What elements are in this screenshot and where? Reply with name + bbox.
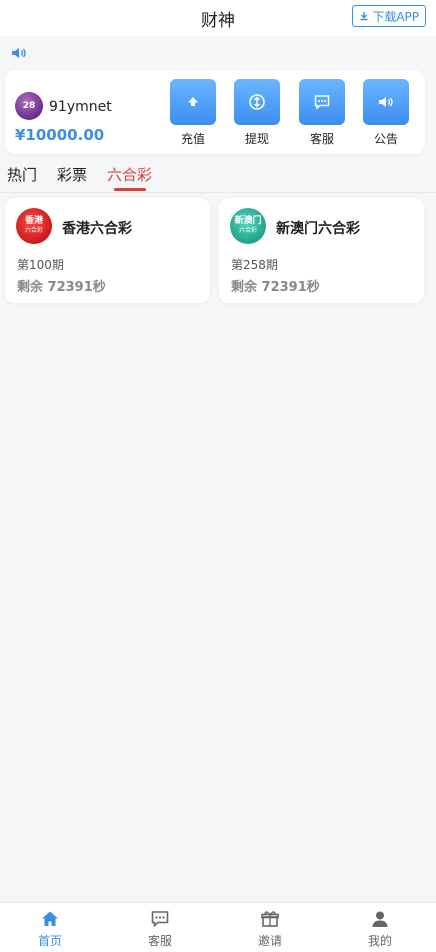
home-icon bbox=[42, 911, 58, 926]
upload-icon bbox=[188, 97, 198, 106]
lottery-card-hongkong[interactable]: 香港 六合彩 香港六合彩 第100期 剩余 72391秒 bbox=[5, 198, 210, 303]
active-tab-indicator bbox=[114, 188, 146, 191]
nav-home[interactable]: 首页 bbox=[20, 909, 80, 949]
tab-hot[interactable]: 热门 bbox=[7, 164, 37, 185]
download-app-button[interactable]: 下载APP bbox=[352, 5, 426, 27]
nav-invite-label: 邀请 bbox=[257, 934, 282, 948]
gift-icon bbox=[261, 911, 279, 927]
lottery-period: 第100期 bbox=[17, 258, 64, 272]
notice-speaker-icon[interactable] bbox=[10, 44, 28, 62]
lottery-name: 新澳门六合彩 bbox=[276, 221, 360, 237]
download-app-label: 下载APP bbox=[372, 9, 419, 24]
nav-customer-service-label: 客服 bbox=[147, 934, 172, 948]
avatar[interactable]: 28 bbox=[15, 92, 43, 120]
user-icon bbox=[372, 911, 388, 927]
avatar-text: 28 bbox=[22, 101, 36, 111]
announcement-label: 公告 bbox=[373, 132, 398, 146]
account-card: 28 91ymnet ¥10000.00 充值 提现 客服 公告 bbox=[5, 70, 425, 154]
nav-home-label: 首页 bbox=[37, 934, 62, 948]
lottery-remaining: 剩余 72391秒 bbox=[17, 280, 106, 295]
deposit-label: 充值 bbox=[180, 132, 205, 146]
customer-service-button[interactable]: 客服 bbox=[298, 79, 346, 147]
app-header: 财神 下载APP bbox=[0, 0, 436, 36]
download-icon bbox=[360, 12, 368, 21]
lottery-period: 第258期 bbox=[231, 258, 278, 272]
tab-lottery[interactable]: 彩票 bbox=[57, 164, 87, 185]
deposit-button[interactable]: 充值 bbox=[169, 79, 217, 147]
category-tabs: 热门 彩票 六合彩 bbox=[0, 164, 436, 194]
username: 91ymnet bbox=[49, 99, 112, 115]
tab-mark-six[interactable]: 六合彩 bbox=[107, 164, 152, 185]
lottery-remaining: 剩余 72391秒 bbox=[231, 280, 320, 295]
tabs-divider bbox=[0, 192, 436, 193]
new-macau-lottery-logo: 新澳门 六合彩 bbox=[230, 208, 266, 244]
hongkong-logo-text: 香港 bbox=[24, 216, 43, 226]
withdraw-label: 提现 bbox=[244, 132, 269, 146]
chat-icon bbox=[151, 911, 169, 928]
new-macau-logo-text: 新澳门 bbox=[234, 216, 262, 226]
speaker-icon bbox=[379, 97, 393, 107]
lottery-card-new-macau[interactable]: 新澳门 六合彩 新澳门六合彩 第258期 剩余 72391秒 bbox=[219, 198, 424, 303]
balance: ¥10000.00 bbox=[15, 126, 105, 144]
nav-profile-label: 我的 bbox=[367, 934, 392, 948]
new-macau-logo-sub: 六合彩 bbox=[238, 227, 257, 234]
nav-customer-service[interactable]: 客服 bbox=[130, 909, 190, 949]
nav-profile[interactable]: 我的 bbox=[350, 909, 410, 949]
chat-icon bbox=[314, 95, 330, 110]
lottery-name: 香港六合彩 bbox=[62, 221, 132, 237]
nav-invite[interactable]: 邀请 bbox=[240, 909, 300, 949]
hongkong-logo-sub: 六合彩 bbox=[24, 227, 43, 234]
customer-service-label: 客服 bbox=[309, 132, 334, 146]
hongkong-lottery-logo: 香港 六合彩 bbox=[16, 208, 52, 244]
withdraw-icon bbox=[249, 94, 265, 110]
announcement-button[interactable]: 公告 bbox=[362, 79, 410, 147]
bottom-nav: 首页 客服 邀请 我的 bbox=[0, 902, 436, 952]
withdraw-button[interactable]: 提现 bbox=[233, 79, 281, 147]
page-title: 财神 bbox=[201, 10, 235, 31]
